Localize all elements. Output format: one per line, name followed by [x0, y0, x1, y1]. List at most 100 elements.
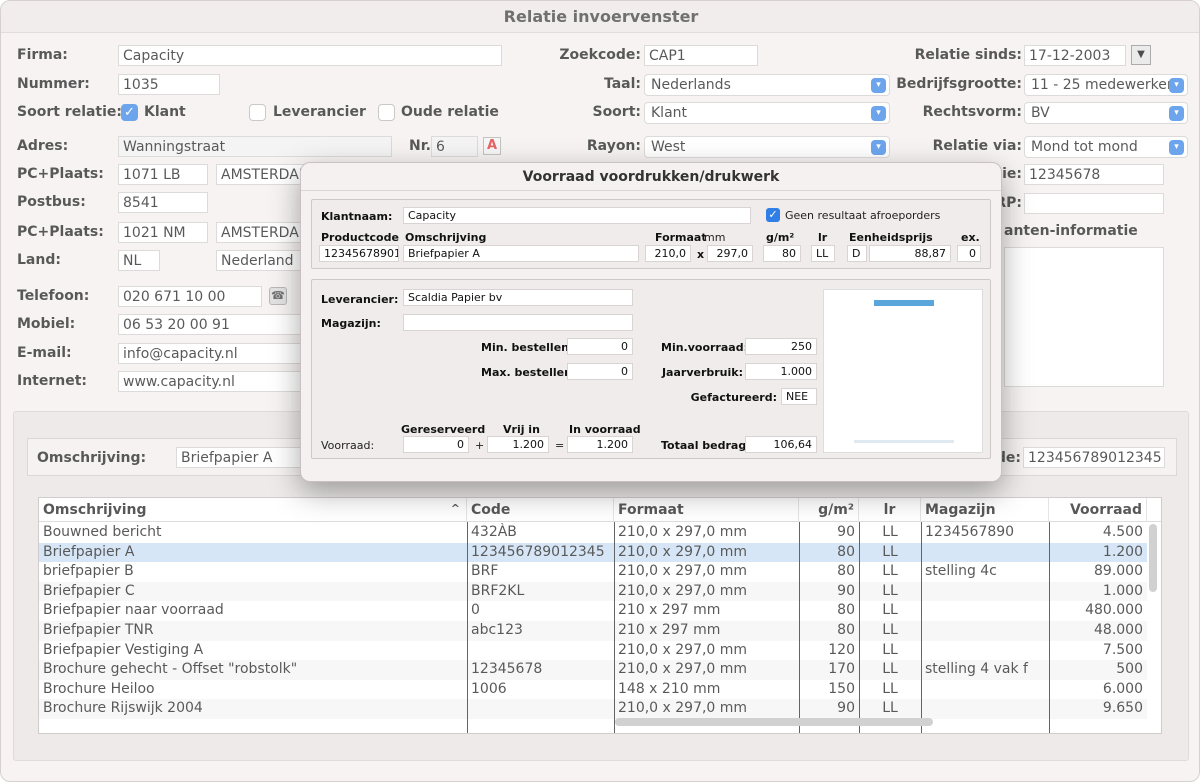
taal-select[interactable]: Nederlands ▾	[644, 74, 890, 96]
klant-checkbox[interactable]: ✓	[121, 104, 138, 121]
table-row[interactable]: Briefpapier C BRF2KL 210,0 x 297,0 mm 90 LL 1…	[39, 581, 1147, 602]
adres-field[interactable]: Wanningstraat	[118, 136, 392, 157]
nr-field[interactable]: 6	[431, 136, 478, 157]
oude-relatie-checkbox[interactable]	[378, 104, 395, 121]
min-voorraad-label: Min.voorraad:	[661, 341, 748, 354]
table-row[interactable]: Briefpapier A 123456789012345 210,0 x 297,…	[39, 542, 1147, 563]
header-omschrijving[interactable]: Omschrijving ^	[39, 498, 467, 522]
nummer-field[interactable]: 1035	[118, 74, 220, 95]
eenheidsprijs-field[interactable]: 88,87	[869, 245, 951, 262]
header-code[interactable]: Code	[467, 498, 614, 522]
min-voorraad-field[interactable]: 250	[745, 338, 817, 355]
column-divider	[859, 522, 860, 733]
relatie-sinds-field[interactable]: 17-12-2003	[1024, 45, 1126, 66]
prijs-code-field[interactable]: D	[847, 245, 867, 262]
in-voorraad-field[interactable]: 1.200	[567, 436, 633, 453]
table-cell: 123456789012345	[471, 543, 605, 560]
leverancier-field[interactable]: Scaldia Papier bv	[403, 289, 633, 306]
table-row[interactable]: Briefpapier TNR abc123 210 x 297 mm 80 LL 48.…	[39, 621, 1147, 641]
header-magazijn[interactable]: Magazijn	[921, 498, 1049, 522]
productcode-field[interactable]: 123456789012345	[319, 245, 399, 262]
table-row[interactable]: Bouwned bericht 432ÀB 210,0 x 297,0 mm 90 LL…	[39, 523, 1147, 543]
internet-field[interactable]: www.capacity.nl	[118, 371, 308, 392]
land-field[interactable]: Nederland	[216, 250, 306, 271]
postcode-field[interactable]: 1071 LB	[118, 164, 208, 185]
telefoon-field[interactable]: 020 671 10 00	[118, 286, 262, 307]
breedte-field[interactable]: 210,0	[645, 245, 691, 262]
chevron-down-icon: ▾	[1169, 140, 1184, 155]
relatie-via-label: Relatie via:	[932, 138, 1022, 154]
postbus-field[interactable]: 8541	[118, 192, 208, 213]
lr-field[interactable]: LL	[811, 245, 835, 262]
mobiel-field[interactable]: 06 53 20 00 91	[118, 314, 308, 335]
horizontal-scrollbar[interactable]	[615, 718, 933, 726]
plaats-field[interactable]: AMSTERDAM	[216, 164, 306, 185]
ex-field[interactable]: 0	[957, 245, 981, 262]
klanten-informatie-label: anten-informatie	[1004, 223, 1138, 239]
gm2-field[interactable]: 80	[763, 245, 801, 262]
table-row[interactable]: Brochure gehecht - Offset "robstolk" 1234…	[39, 660, 1147, 680]
in-voorraad-header: In voorraad	[569, 423, 641, 436]
email-field[interactable]: info@capacity.nl	[118, 343, 308, 364]
jaarverbruik-field[interactable]: 1.000	[745, 363, 817, 380]
column-divider	[921, 522, 922, 733]
table-cell: 80	[837, 563, 855, 580]
vertical-scrollbar[interactable]	[1149, 524, 1157, 592]
soort-select[interactable]: Klant ▾	[644, 102, 890, 124]
table-row[interactable]: briefpapier B BRF 210,0 x 297,0 mm 80 LL stel…	[39, 562, 1147, 582]
column-divider	[467, 522, 468, 733]
klanten-informatie-textarea[interactable]	[1004, 247, 1164, 387]
partial-field2[interactable]	[1024, 193, 1164, 214]
table-cell: 210,0 x 297,0 mm	[618, 543, 748, 560]
vrij-in-field[interactable]: 1.200	[487, 436, 549, 453]
bedrijfsgrootte-select[interactable]: 11 - 25 medewerkers ▾	[1024, 74, 1188, 96]
omschrijving-field[interactable]: Briefpapier A	[403, 245, 639, 262]
relatie-via-select[interactable]: Mond tot mond ▾	[1024, 136, 1188, 158]
firma-field[interactable]: Capacity	[118, 45, 502, 66]
table-cell: Briefpapier TNR	[43, 622, 154, 638]
magazijn-field[interactable]	[403, 314, 633, 331]
table-cell: 90	[837, 582, 855, 599]
header-formaat[interactable]: Formaat	[614, 498, 799, 522]
gereserveerd-field[interactable]: 0	[403, 436, 469, 453]
table-cell: Briefpapier naar voorraad	[43, 602, 224, 619]
land-code-field[interactable]: NL	[118, 250, 160, 271]
table-cell: LL	[882, 661, 898, 678]
leverancier-checkbox[interactable]	[249, 104, 266, 121]
zoekcode-field[interactable]: CAP1	[644, 45, 758, 66]
date-picker-icon[interactable]: ▼	[1131, 45, 1151, 65]
min-bestellen-field[interactable]: 0	[567, 338, 633, 355]
klantnaam-field[interactable]: Capacity	[403, 207, 751, 224]
table-cell: LL	[882, 563, 898, 580]
geen-resultaat-checkbox[interactable]: ✓	[766, 208, 780, 222]
modal-title: Voorraad voordrukken/drukwerk	[301, 163, 1001, 191]
table-row[interactable]: Brochure Rijswijk 2004 210,0 x 297,0 mm 90…	[39, 699, 1147, 719]
table-row[interactable]: Briefpapier naar voorraad 0 210 x 297 mm 80…	[39, 601, 1147, 621]
hoogte-field[interactable]: 297,0	[707, 245, 753, 262]
table-cell: 170	[828, 661, 855, 678]
rechtsvorm-select[interactable]: BV ▾	[1024, 102, 1188, 124]
table-row[interactable]: Brochure Heiloo 1006 148 x 210 mm 150 LL 6.00…	[39, 680, 1147, 700]
header-gm2[interactable]: g/m²	[799, 498, 859, 522]
header-lr[interactable]: lr	[859, 498, 921, 522]
table-cell: LL	[882, 700, 898, 717]
table-cell: 150	[828, 680, 855, 697]
rayon-select[interactable]: West ▾	[644, 136, 890, 158]
postcode2-field[interactable]: 1021 NM	[118, 222, 208, 243]
address-lookup-icon[interactable]: A	[483, 137, 501, 155]
table-cell: 210,0 x 297,0 mm	[618, 661, 748, 678]
firma-label: Firma:	[17, 47, 68, 63]
max-bestellen-field[interactable]: 0	[567, 363, 633, 380]
code-search-field[interactable]: 123456789012345	[1023, 447, 1165, 468]
table-cell: 480.000	[1085, 602, 1143, 619]
taal-label: Taal:	[603, 76, 641, 92]
totaal-bedrag-field[interactable]: 106,64	[745, 436, 817, 453]
table-cell: LL	[882, 680, 898, 697]
gefactureerd-field[interactable]: NEE	[781, 388, 817, 405]
plaats2-field[interactable]: AMSTERDAM	[216, 222, 306, 243]
table-row[interactable]: Briefpapier Vestiging A 210,0 x 297,0 mm 1…	[39, 641, 1147, 661]
phone-dial-icon[interactable]: ☎	[269, 287, 287, 305]
omschrijving-search-field[interactable]: Briefpapier A	[176, 447, 306, 468]
partial-field[interactable]: 12345678	[1024, 164, 1164, 185]
header-voorraad[interactable]: Voorraad	[1049, 498, 1147, 522]
